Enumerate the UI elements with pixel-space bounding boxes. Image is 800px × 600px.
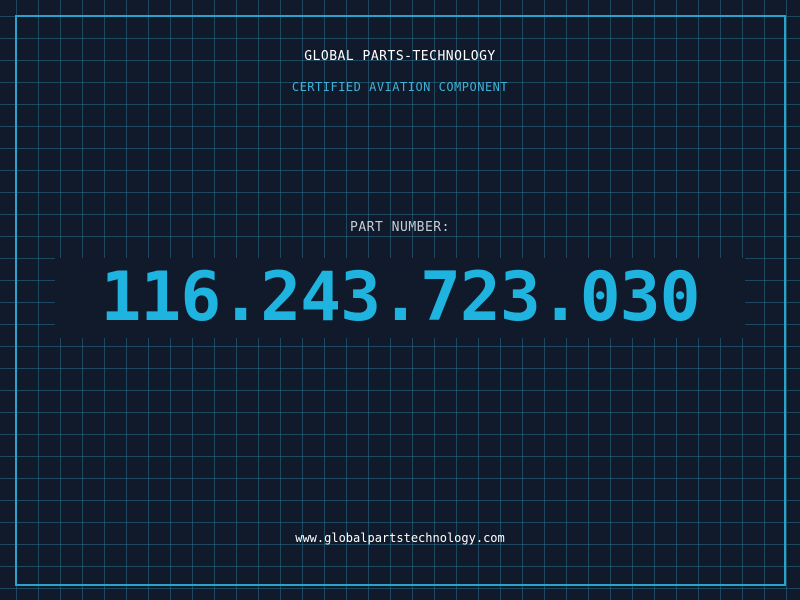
label-card: GLOBAL PARTS-TECHNOLOGY CERTIFIED AVIATI… [0,0,800,600]
part-number-value: 116.243.723.030 [100,258,700,337]
part-number-panel: 116.243.723.030 [55,258,745,338]
certification-subtitle: CERTIFIED AVIATION COMPONENT [291,80,509,94]
company-name: GLOBAL PARTS-TECHNOLOGY [304,49,496,64]
part-number-label: PART NUMBER: [350,220,450,235]
website-url: www.globalpartstechnology.com [295,531,505,545]
